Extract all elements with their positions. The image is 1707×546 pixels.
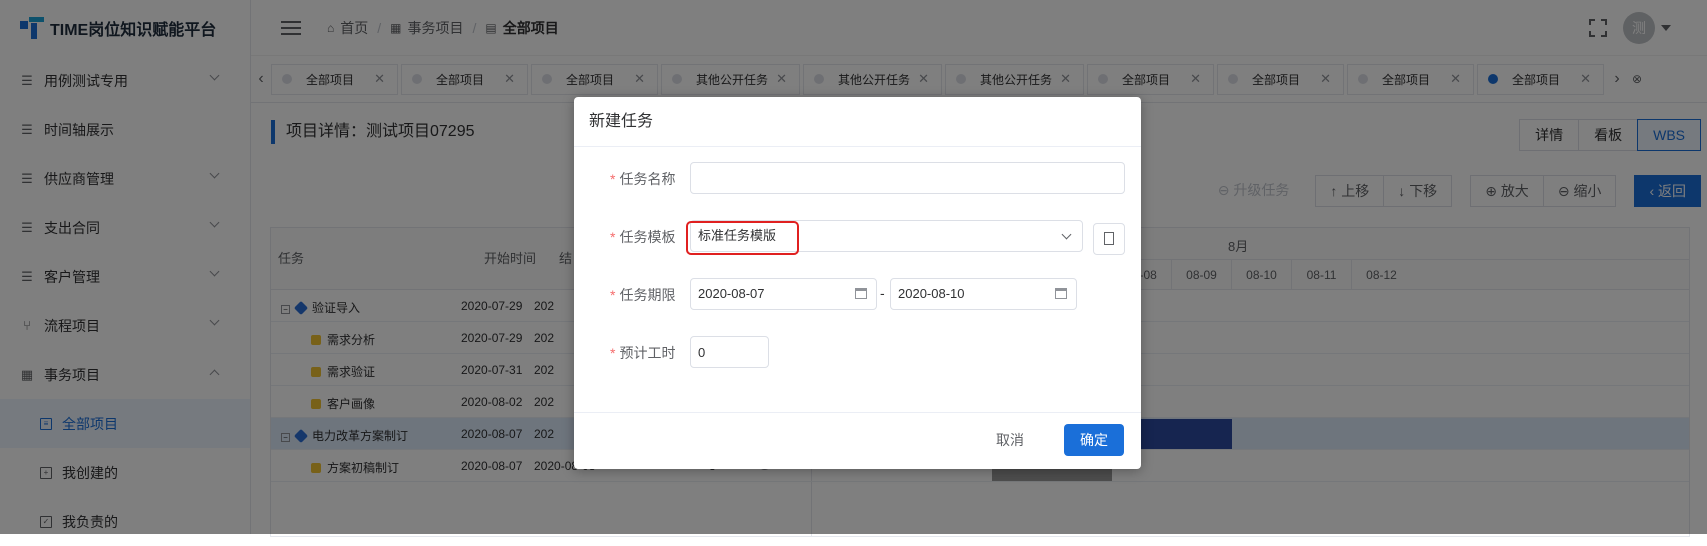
task-name-input[interactable]	[690, 162, 1125, 194]
form-row-task-period: *任务期限 2020-08-07 - 2020-08-10	[574, 276, 1141, 312]
dialog-title: 新建任务	[574, 97, 1141, 147]
task-template-label: *任务模板	[610, 227, 675, 247]
confirm-button[interactable]: 确定	[1064, 424, 1124, 456]
cancel-button[interactable]: 取消	[982, 424, 1038, 456]
estimated-hours-input[interactable]	[690, 336, 769, 368]
dialog-footer: 取消 确定	[574, 412, 1141, 469]
new-task-dialog: 新建任务 *任务名称 *任务模板 标准任务模版 *任务期限 2020-08-07…	[574, 97, 1141, 469]
calendar-icon	[1055, 288, 1067, 299]
task-period-label: *任务期限	[610, 285, 675, 305]
label-text: 预计工时	[619, 345, 675, 361]
form-row-estimated-hours: *预计工时	[574, 334, 1141, 370]
form-row-task-name: *任务名称	[574, 160, 1141, 196]
end-date-picker[interactable]: 2020-08-10	[890, 278, 1077, 310]
start-date-picker[interactable]: 2020-08-07	[690, 278, 877, 310]
chevron-down-icon	[1062, 230, 1072, 240]
highlight-box	[686, 221, 799, 255]
document-search-icon	[1104, 232, 1114, 245]
task-name-label: *任务名称	[610, 169, 675, 189]
label-text: 任务名称	[619, 171, 675, 187]
label-text: 任务期限	[619, 287, 675, 303]
calendar-icon	[855, 288, 867, 299]
date-separator: -	[880, 285, 885, 301]
label-text: 任务模板	[619, 229, 675, 245]
date-value: 2020-08-10	[898, 286, 965, 301]
form-row-task-template: *任务模板 标准任务模版	[574, 218, 1141, 254]
date-value: 2020-08-07	[698, 286, 765, 301]
template-preview-button[interactable]	[1093, 223, 1125, 255]
estimated-hours-label: *预计工时	[610, 343, 675, 363]
